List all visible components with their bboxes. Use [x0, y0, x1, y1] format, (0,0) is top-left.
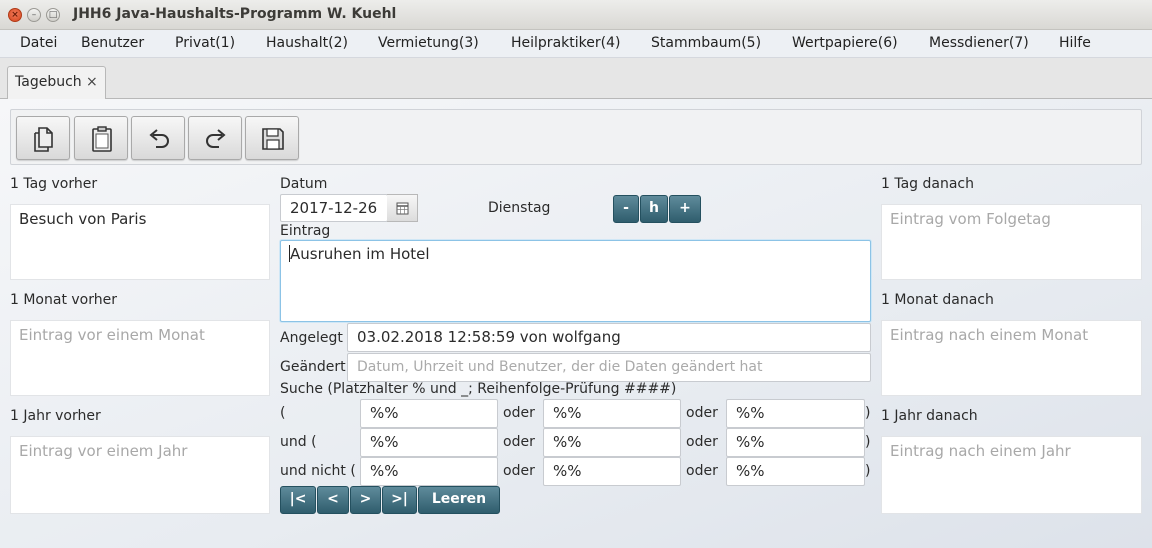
search-row2-or2: oder — [686, 434, 718, 450]
window-close-button[interactable]: × — [8, 8, 22, 22]
search-row3-field3[interactable]: %% — [726, 457, 865, 486]
copy-button[interactable] — [16, 116, 70, 160]
diary-panel: 1 Tag vorher Besuch von Paris 1 Monat vo… — [0, 99, 1152, 548]
today-button[interactable]: h — [640, 195, 668, 223]
clear-button[interactable]: Leeren — [418, 486, 500, 514]
menu-wertpapiere[interactable]: Wertpapiere(6) — [792, 35, 898, 51]
search-row1-field3[interactable]: %% — [726, 399, 865, 428]
menu-messdiener[interactable]: Messdiener(7) — [929, 35, 1029, 51]
title-bar: × – □ JHH6 Java-Haushalts-Programm W. Ku… — [0, 0, 1152, 30]
menu-privat[interactable]: Privat(1) — [175, 35, 235, 51]
paste-button[interactable] — [74, 116, 128, 160]
search-row2-field2[interactable]: %% — [543, 428, 681, 457]
search-row1-prefix: ( — [280, 405, 286, 421]
search-row1-or2: oder — [686, 405, 718, 421]
search-row3-prefix: und nicht ( — [280, 463, 356, 479]
menu-vermietung[interactable]: Vermietung(3) — [378, 35, 479, 51]
window-maximize-button[interactable]: □ — [46, 8, 60, 22]
day-after-label: 1 Tag danach — [881, 176, 974, 192]
menu-benutzer[interactable]: Benutzer — [81, 35, 144, 51]
search-row3-field1[interactable]: %% — [360, 457, 498, 486]
search-row1-or1: oder — [503, 405, 535, 421]
tab-bar: Tagebuch × — [0, 58, 1152, 99]
search-row2-field1[interactable]: %% — [360, 428, 498, 457]
year-before-label: 1 Jahr vorher — [10, 408, 101, 424]
month-before-label: 1 Monat vorher — [10, 292, 117, 308]
changed-label: Geändert — [280, 359, 346, 375]
search-row1-suffix: ) — [865, 405, 871, 421]
search-row1-field1[interactable]: %% — [360, 399, 498, 428]
date-label: Datum — [280, 176, 328, 192]
search-row2-prefix: und ( — [280, 434, 317, 450]
save-icon — [262, 128, 284, 150]
changed-field[interactable]: Datum, Uhrzeit und Benutzer, der die Dat… — [347, 353, 871, 382]
copy-icon — [34, 127, 53, 152]
created-label: Angelegt — [280, 330, 343, 346]
redo-button[interactable] — [188, 116, 242, 160]
tab-close-icon[interactable]: × — [86, 74, 98, 90]
previous-record-button[interactable]: < — [317, 486, 349, 514]
day-plus-button[interactable]: + — [669, 195, 701, 223]
search-row3-suffix: ) — [865, 463, 871, 479]
year-after-entry[interactable]: Eintrag nach einem Jahr — [881, 436, 1142, 514]
created-field[interactable]: 03.02.2018 12:58:59 von wolfgang — [347, 323, 871, 352]
tab-label: Tagebuch — [15, 74, 82, 90]
year-after-label: 1 Jahr danach — [881, 408, 978, 424]
paste-icon — [92, 126, 112, 152]
menu-hilfe[interactable]: Hilfe — [1059, 35, 1091, 51]
window-title: JHH6 Java-Haushalts-Programm W. Kuehl — [73, 6, 397, 22]
menu-datei[interactable]: Datei — [20, 35, 57, 51]
month-after-entry[interactable]: Eintrag nach einem Monat — [881, 320, 1142, 396]
search-row3-field2[interactable]: %% — [543, 457, 681, 486]
menu-bar: Datei Benutzer Privat(1) Haushalt(2) Ver… — [0, 30, 1152, 58]
entry-textarea[interactable]: Ausruhen im Hotel — [280, 240, 871, 322]
search-row3-or2: oder — [686, 463, 718, 479]
date-input[interactable]: 2017-12-26 — [280, 194, 388, 222]
undo-icon — [149, 129, 169, 148]
tab-tagebuch[interactable]: Tagebuch × — [7, 66, 106, 99]
entry-label: Eintrag — [280, 223, 331, 239]
day-after-entry[interactable]: Eintrag vom Folgetag — [881, 204, 1142, 280]
undo-button[interactable] — [131, 116, 185, 160]
calendar-icon — [396, 202, 409, 215]
weekday-label: Dienstag — [488, 200, 551, 216]
toolbar — [10, 109, 1142, 165]
search-row2-field3[interactable]: %% — [726, 428, 865, 457]
menu-heilpraktiker[interactable]: Heilpraktiker(4) — [511, 35, 620, 51]
next-record-button[interactable]: > — [350, 486, 381, 514]
year-before-entry[interactable]: Eintrag vor einem Jahr — [10, 436, 270, 514]
day-before-entry[interactable]: Besuch von Paris — [10, 204, 270, 280]
day-before-label: 1 Tag vorher — [10, 176, 98, 192]
save-button[interactable] — [245, 116, 299, 160]
first-record-button[interactable]: |< — [280, 486, 316, 514]
redo-icon — [206, 129, 226, 148]
date-picker-button[interactable] — [387, 194, 418, 222]
menu-stammbaum[interactable]: Stammbaum(5) — [651, 35, 761, 51]
search-row2-suffix: ) — [865, 434, 871, 450]
window-minimize-button[interactable]: – — [27, 8, 41, 22]
search-row2-or1: oder — [503, 434, 535, 450]
last-record-button[interactable]: >| — [382, 486, 417, 514]
month-before-entry[interactable]: Eintrag vor einem Monat — [10, 320, 270, 396]
search-row3-or1: oder — [503, 463, 535, 479]
search-label: Suche (Platzhalter % und _; Reihenfolge-… — [280, 381, 677, 397]
entry-text: Ausruhen im Hotel — [290, 245, 430, 263]
day-minus-button[interactable]: - — [613, 195, 639, 223]
search-row1-field2[interactable]: %% — [543, 399, 681, 428]
menu-haushalt[interactable]: Haushalt(2) — [266, 35, 348, 51]
month-after-label: 1 Monat danach — [881, 292, 994, 308]
